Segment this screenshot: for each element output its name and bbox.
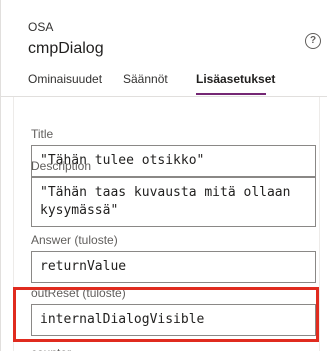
tab-saannot[interactable]: Säännöt <box>123 72 168 86</box>
tab-lisaasetukset[interactable]: Lisäasetukset <box>196 72 275 86</box>
component-type-label: OSA <box>28 20 54 34</box>
properties-panel: OSA cmpDialog ? Ominaisuudet Säännöt Lis… <box>0 0 327 351</box>
answer-property: Answer (tuloste) returnValue <box>31 233 316 283</box>
counter-property: counter <box>31 346 316 351</box>
description-property-label: Description <box>31 159 92 173</box>
description-formula-input[interactable]: "Tähän taas kuvausta mitä ollaan kysymäs… <box>31 177 316 227</box>
answer-property-label: Answer (tuloste) <box>31 233 118 247</box>
active-tab-indicator <box>196 93 266 95</box>
help-icon[interactable]: ? <box>305 33 321 49</box>
tab-ominaisuudet[interactable]: Ominaisuudet <box>28 72 102 86</box>
description-property: Description "Tähän taas kuvausta mitä ol… <box>31 159 316 227</box>
highlight-box <box>13 287 319 342</box>
counter-property-label: counter <box>31 346 316 351</box>
answer-formula-input[interactable]: returnValue <box>31 251 316 283</box>
panel-header: OSA cmpDialog ? Ominaisuudet Säännöt Lis… <box>28 0 327 96</box>
title-property-label: Title <box>31 127 54 141</box>
component-name: cmpDialog <box>28 40 104 57</box>
tab-bar: Ominaisuudet Säännöt Lisäasetukset <box>28 68 327 96</box>
